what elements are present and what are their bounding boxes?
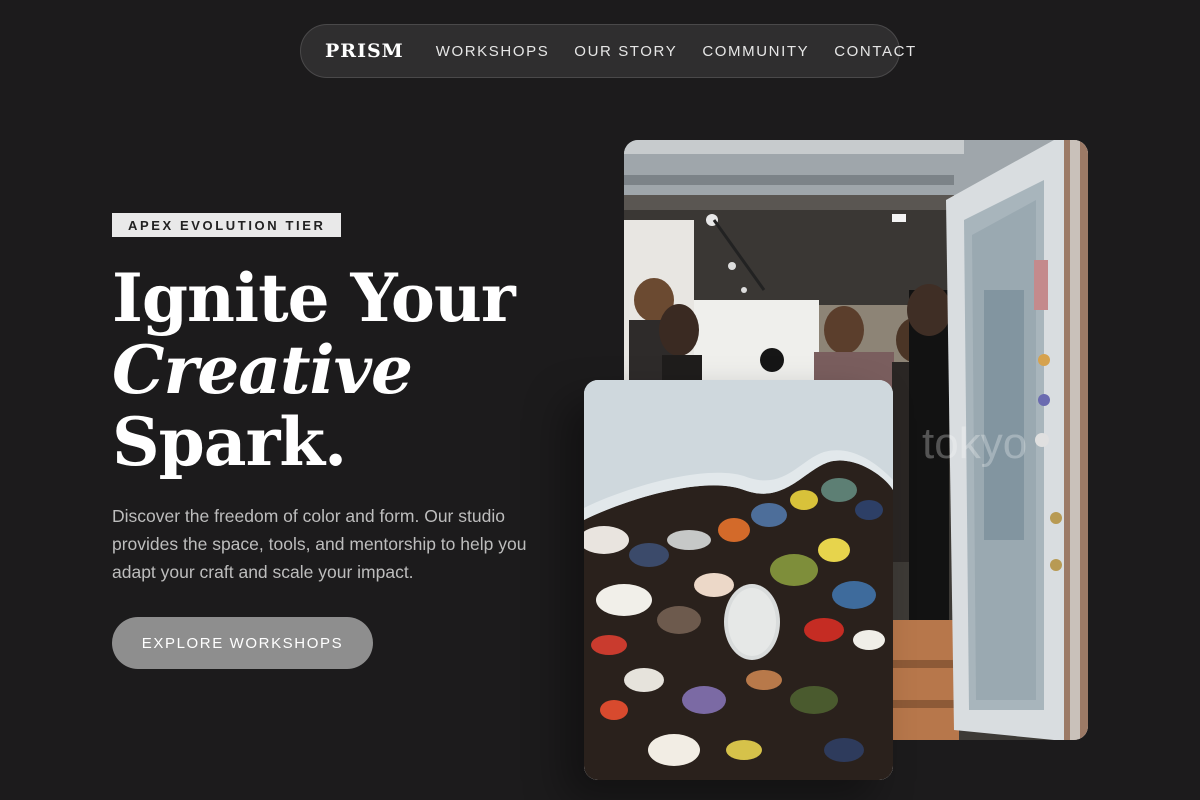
headline-line-1: Ignite Your [112, 259, 516, 337]
tier-badge: APEX EVOLUTION TIER [112, 213, 342, 237]
nav-link-community[interactable]: COMMUNITY [702, 43, 809, 60]
brand-logo[interactable]: PRISM [325, 40, 404, 62]
hero-description: Discover the freedom of color and form. … [112, 506, 527, 582]
palette-illustration [584, 380, 893, 780]
headline-line-3: Spark. [112, 403, 347, 481]
nav-link-workshops[interactable]: WORKSHOPS [436, 43, 550, 60]
nav-link-contact[interactable]: CONTACT [834, 43, 917, 60]
top-nav: PRISM WORKSHOPS OUR STORY COMMUNITY CONT… [300, 24, 915, 78]
explore-workshops-button[interactable]: EXPLORE WORKSHOPS [112, 617, 373, 669]
nav-link-our-story[interactable]: OUR STORY [574, 43, 677, 60]
hero-headline: Ignite Your Creative Spark. [112, 262, 572, 478]
watermark-text: tokyo [922, 419, 1027, 468]
palette-photo [584, 380, 893, 780]
headline-line-2: Creative [112, 331, 413, 409]
